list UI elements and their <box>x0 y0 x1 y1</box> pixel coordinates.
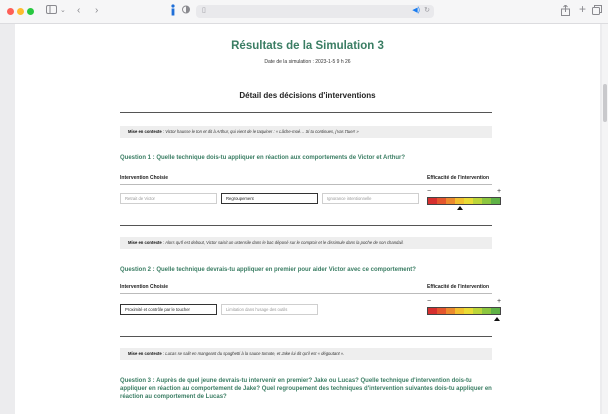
privacy-shield-icon[interactable] <box>182 5 190 18</box>
context-text: : Lucas se salit en mangeant du spaghett… <box>161 351 345 356</box>
efficacy-gauge-q2 <box>427 307 501 315</box>
divider <box>120 112 492 113</box>
question-3: Question 3 : Auprès de quel jeune devrai… <box>120 378 492 400</box>
context-label: Mise en contexte <box>128 351 162 356</box>
context-text: : Victor hausse le ton et dit à Arthur, … <box>161 129 359 134</box>
efficacy-label: Efficacité de l'intervention <box>427 175 490 181</box>
divider <box>120 225 492 226</box>
gauge-segment <box>428 198 437 204</box>
scrollbar-thumb[interactable] <box>603 84 607 122</box>
gauge-segment <box>446 308 455 314</box>
gauge-segment <box>455 308 464 314</box>
gauge-segment <box>473 308 482 314</box>
gauge-segment <box>464 198 473 204</box>
question-1: Question 1 : Quelle technique dois-tu ap… <box>120 155 406 161</box>
choice-q1-1[interactable]: Retrait de Victor <box>120 193 217 204</box>
gauge-plus-label: + <box>497 298 502 305</box>
address-bar[interactable]: ▯ ◀) ↻ <box>196 5 434 18</box>
divider <box>120 336 492 337</box>
sub-divider <box>120 293 492 294</box>
zoom-window-button[interactable] <box>27 8 34 15</box>
gauge-segment <box>446 198 455 204</box>
reload-icon[interactable]: ↻ <box>424 6 430 14</box>
sidebar-icon[interactable] <box>46 5 57 18</box>
choice-q1-3[interactable]: Ignorance intentionnelle <box>322 193 419 204</box>
gauge-segment <box>437 308 446 314</box>
gauge-segment <box>437 198 446 204</box>
browser-window: ⌄ ‹ › ▯ ◀) ↻ + Résultats de la Simulatio… <box>0 0 608 414</box>
efficacy-gauge-q1 <box>427 197 501 205</box>
context-text: : Alors qu'il est debout, Victor saisit … <box>161 240 404 245</box>
chevron-down-icon[interactable]: ⌄ <box>60 5 66 17</box>
chosen-intervention-label: Intervention Choisie <box>120 175 169 181</box>
minimize-window-button[interactable] <box>17 8 24 15</box>
gauge-segment <box>473 198 482 204</box>
tabs-overview-icon[interactable] <box>592 5 602 19</box>
choice-q2-1-selected[interactable]: Proximité et contrôle par le toucher <box>120 304 217 315</box>
gauge-minus-label: − <box>427 298 432 305</box>
gauge-minus-label: − <box>427 188 432 195</box>
choice-q1-2-selected[interactable]: Regroupement <box>221 193 318 204</box>
context-box-q2: Mise en contexte : Alors qu'il est debou… <box>120 237 492 249</box>
page-title: Résultats de la Simulation 3 <box>231 40 384 52</box>
efficacy-marker-q2 <box>494 317 501 321</box>
gauge-segment <box>428 308 437 314</box>
choice-q2-2[interactable]: Limitation dans l'usage des outils <box>221 304 318 315</box>
forward-icon[interactable]: › <box>95 5 98 17</box>
chosen-intervention-label: Intervention Choisie <box>120 284 169 290</box>
gauge-segment <box>455 198 464 204</box>
gauge-segment <box>482 198 491 204</box>
section-title: Détail des décisions d'interventions <box>239 91 376 100</box>
gauge-segment <box>482 308 491 314</box>
close-window-button[interactable] <box>7 8 14 15</box>
simulation-date: Date de la simulation : 2023-1-5 9 h 26 <box>264 59 351 65</box>
new-tab-icon[interactable]: + <box>579 3 586 15</box>
gauge-segment <box>464 308 473 314</box>
page-scrollbar[interactable] <box>602 24 608 414</box>
results-page: Résultats de la Simulation 3 Date de la … <box>15 24 600 414</box>
gauge-plus-label: + <box>497 188 502 195</box>
extension-icon[interactable] <box>170 4 176 20</box>
context-box-q3: Mise en contexte : Lucas se salit en man… <box>120 348 492 360</box>
address-bar-page-icon: ▯ <box>202 7 206 14</box>
gauge-segment <box>491 308 500 314</box>
context-label: Mise en contexte <box>128 129 162 134</box>
browser-toolbar: ⌄ ‹ › ▯ ◀) ↻ + <box>0 0 608 24</box>
context-box-q1: Mise en contexte : Victor hausse le ton … <box>120 126 492 138</box>
audio-playing-icon[interactable]: ◀) <box>412 6 420 14</box>
question-2: Question 2 : Quelle technique devrais-tu… <box>120 267 416 273</box>
gauge-segment <box>491 198 500 204</box>
context-label: Mise en contexte <box>128 240 162 245</box>
efficacy-marker-q1 <box>457 206 464 210</box>
sub-divider <box>120 184 492 185</box>
back-icon[interactable]: ‹ <box>77 5 80 17</box>
efficacy-label: Efficacité de l'intervention <box>427 284 490 290</box>
share-icon[interactable] <box>561 4 570 20</box>
